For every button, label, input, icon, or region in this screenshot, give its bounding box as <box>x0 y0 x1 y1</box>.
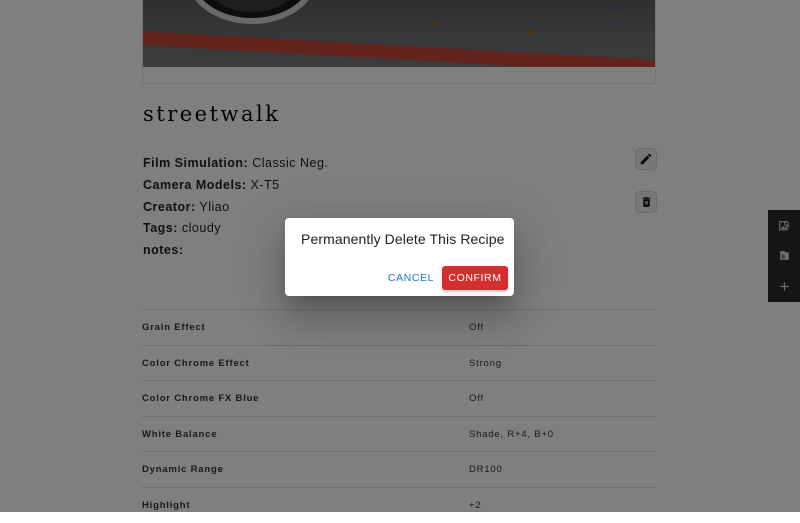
confirm-button[interactable]: CONFIRM <box>442 266 508 290</box>
recipe-page: streetwalk Film Simulation: Classic Neg.… <box>0 0 800 512</box>
delete-confirm-dialog: Permanently Delete This Recipe CANCEL CO… <box>285 218 514 296</box>
dialog-title: Permanently Delete This Recipe <box>301 231 505 247</box>
cancel-button[interactable]: CANCEL <box>385 266 437 290</box>
